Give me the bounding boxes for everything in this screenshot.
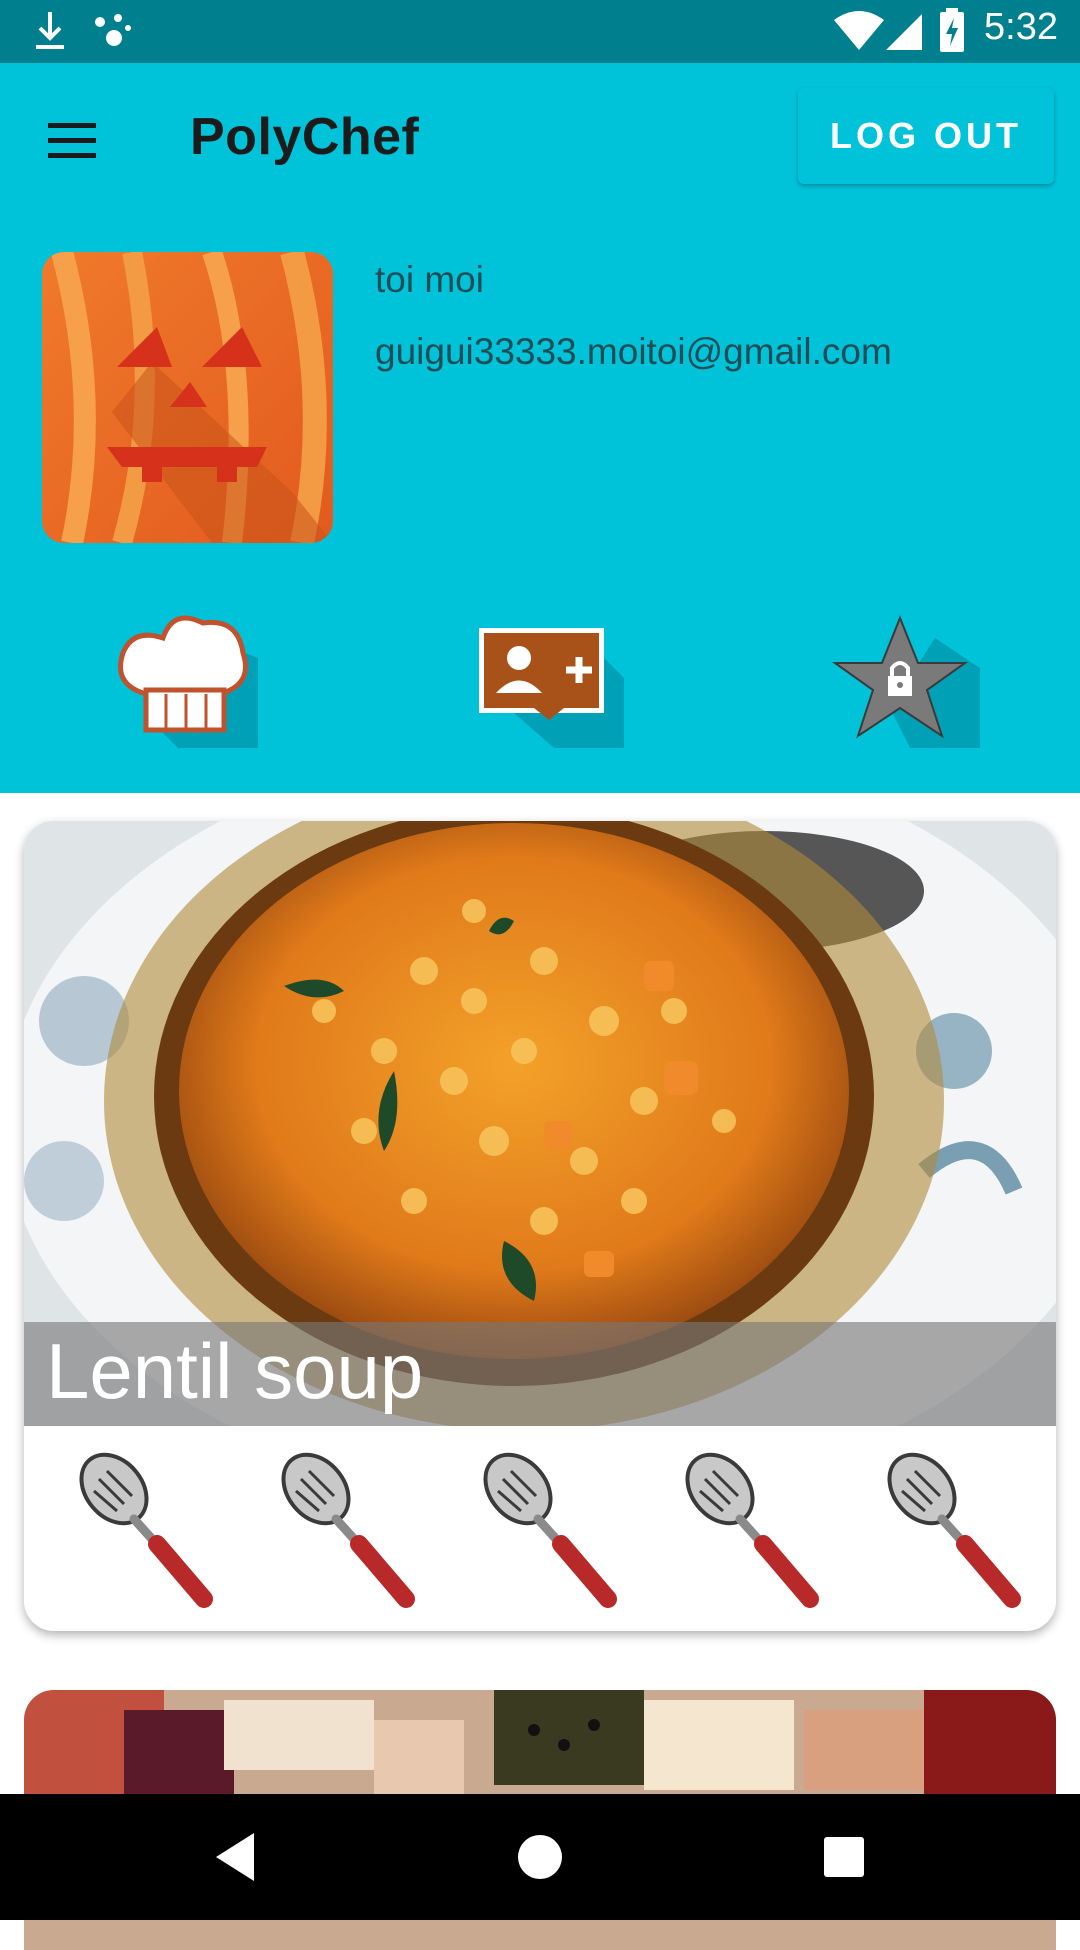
wifi-icon: [834, 11, 884, 50]
user-name: toi moi: [375, 259, 484, 300]
spoon-rating-icon[interactable]: [69, 1449, 219, 1609]
recipe-title: Lentil soup: [46, 1327, 424, 1415]
spoon-rating-icon[interactable]: [271, 1449, 421, 1609]
user-email: guigui33333.moitoi@gmail.com: [375, 331, 892, 372]
add-friend-icon[interactable]: [474, 598, 624, 748]
hamburger-menu-icon[interactable]: [44, 113, 100, 169]
spoon-rating-icon[interactable]: [675, 1449, 825, 1609]
recipe-card[interactable]: Lentil soup: [24, 821, 1056, 1631]
app-title: PolyChef: [190, 108, 420, 166]
chef-hat-icon[interactable]: [108, 598, 258, 748]
spoon-rating[interactable]: [24, 1431, 1056, 1631]
navigation-bar: [0, 1794, 1080, 1920]
pumpkin-avatar-icon: [42, 252, 333, 543]
logout-button[interactable]: LOG OUT: [798, 88, 1054, 184]
locked-star-icon[interactable]: [830, 598, 980, 748]
status-bar: 5:32: [0, 0, 1080, 63]
back-icon[interactable]: [206, 1827, 266, 1887]
status-time: 5:32: [984, 6, 1058, 48]
assistant-dots-icon: [95, 14, 131, 46]
profile-header: PolyChef LOG OUT toi moi guigui33333.moi…: [0, 63, 1080, 793]
avatar[interactable]: [42, 252, 333, 543]
battery-charging-icon: [940, 8, 964, 52]
signal-icon: [886, 14, 922, 50]
download-icon: [36, 12, 64, 49]
home-icon[interactable]: [510, 1827, 570, 1887]
recents-icon[interactable]: [814, 1827, 874, 1887]
spoon-rating-icon[interactable]: [473, 1449, 623, 1609]
spoon-rating-icon[interactable]: [877, 1449, 1027, 1609]
